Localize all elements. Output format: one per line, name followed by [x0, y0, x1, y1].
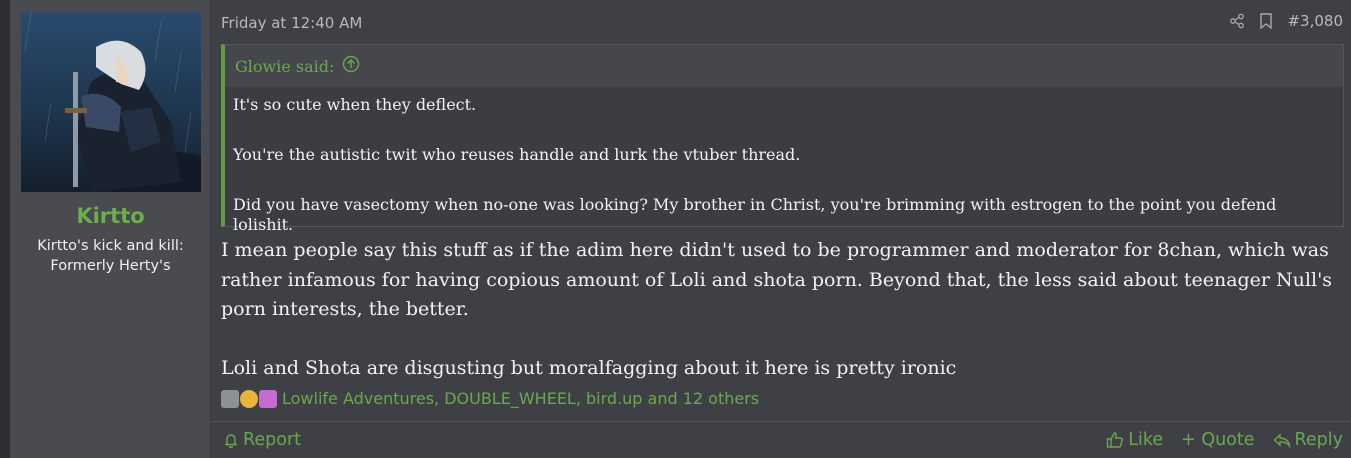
- puzzle-icon: [259, 389, 277, 408]
- message-paragraph: I mean people say this stuff as if the a…: [221, 239, 1333, 320]
- bell-icon: [224, 434, 238, 448]
- thinking-icon: [240, 389, 258, 408]
- quote-label: + Quote: [1181, 430, 1255, 450]
- user-title-line2: Formerly Herty's: [50, 258, 171, 274]
- username[interactable]: Kirtto: [10, 204, 211, 228]
- message-paragraph: Loli and Shota are disgusting but moralf…: [221, 356, 957, 379]
- report-label: Report: [243, 430, 302, 450]
- report-button[interactable]: Report: [223, 430, 301, 450]
- quote-button[interactable]: + Quote: [1181, 430, 1254, 450]
- like-label: Like: [1128, 430, 1164, 450]
- reply-label: Reply: [1294, 430, 1343, 450]
- post-message: I mean people say this stuff as if the a…: [221, 236, 1346, 383]
- arrow-up-circle-icon[interactable]: [342, 55, 360, 77]
- footer-actions: Like + Quote Reply: [1106, 430, 1343, 450]
- dumpster-icon: [221, 389, 239, 408]
- post-date[interactable]: Friday at 12:40 AM: [221, 14, 362, 32]
- avatar[interactable]: [21, 12, 201, 192]
- quote-block: Glowie said: It's so cute when they defl…: [221, 44, 1344, 234]
- reaction-list[interactable]: Lowlife Adventures, DOUBLE_WHEEL, bird.u…: [282, 389, 759, 408]
- user-title: Kirtto's kick and kill: Formerly Herty's: [10, 236, 211, 276]
- user-cell: Kirtto Kirtto's kick and kill: Formerly …: [10, 0, 211, 458]
- reactions-bar[interactable]: Lowlife Adventures, DOUBLE_WHEEL, bird.u…: [221, 389, 759, 408]
- quote-line: You're the autistic twit who reuses hand…: [233, 145, 801, 164]
- reaction-icons: [221, 389, 278, 408]
- post-actions-top: #3,080: [1229, 12, 1343, 30]
- post-number[interactable]: #3,080: [1287, 12, 1343, 30]
- user-title-line1: Kirtto's kick and kill:: [37, 238, 184, 254]
- reply-button[interactable]: Reply: [1272, 430, 1343, 450]
- post-footer: Report Like + Quote Reply: [211, 421, 1351, 458]
- reply-icon: [1272, 433, 1291, 448]
- left-strip: [0, 0, 10, 458]
- quote-line: It's so cute when they deflect.: [233, 95, 477, 114]
- avatar-image: [21, 12, 201, 192]
- bookmark-icon[interactable]: [1259, 13, 1273, 29]
- quote-header[interactable]: Glowie said:: [225, 45, 1343, 87]
- share-icon[interactable]: [1229, 13, 1245, 29]
- quote-body: It's so cute when they deflect. You're t…: [225, 87, 1343, 234]
- like-button[interactable]: Like: [1106, 430, 1163, 450]
- post-cell: Friday at 12:40 AM #3,080 Glowie said: I…: [211, 0, 1351, 458]
- quote-author[interactable]: Glowie said:: [235, 57, 334, 76]
- thumbs-up-icon: [1107, 432, 1124, 448]
